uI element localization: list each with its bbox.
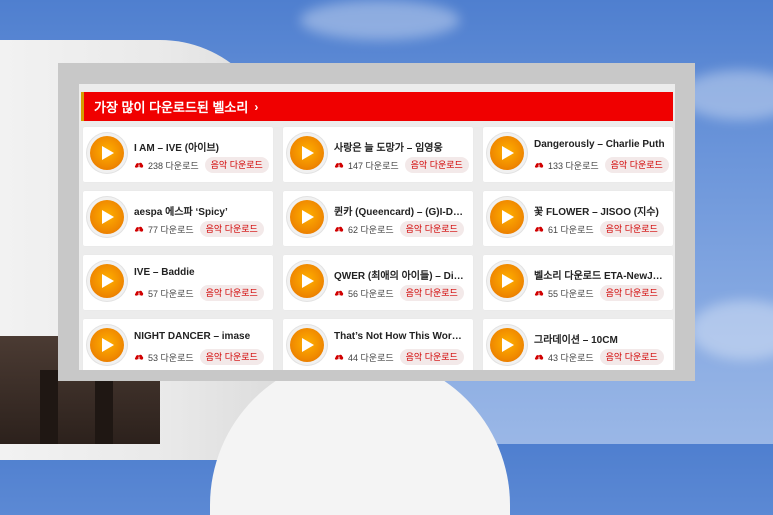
ringtone-meta: 62 다운로드 음악 다운로드	[334, 221, 464, 237]
download-count: 61 다운로드	[548, 224, 594, 235]
music-download-button[interactable]: 음악 다운로드	[404, 157, 469, 173]
music-download-button[interactable]: 음악 다운로드	[399, 349, 464, 365]
ringtone-meta: 77 다운로드 음악 다운로드	[134, 221, 264, 237]
play-icon[interactable]	[90, 200, 124, 234]
cloud-download-icon	[334, 354, 344, 362]
section-title: 가장 많이 다운로드된 벨소리	[94, 100, 249, 115]
ringtone-title[interactable]: Dangerously – Charlie Puth	[534, 139, 666, 150]
play-icon[interactable]	[290, 136, 324, 170]
download-count: 62 다운로드	[348, 224, 394, 235]
music-download-button[interactable]: 음악 다운로드	[399, 221, 464, 237]
background-bell-post	[40, 370, 58, 444]
play-icon[interactable]	[90, 136, 124, 170]
ringtone-card: QWER (최애의 아이들) – Dis... 56 다운로드 음악 다운로드	[283, 255, 473, 310]
play-icon[interactable]	[290, 328, 324, 362]
download-count: 77 다운로드	[148, 224, 194, 235]
ringtone-card: I AM – IVE (아이브) 238 다운로드 음악 다운로드	[83, 127, 273, 182]
ringtone-title[interactable]: QWER (최애의 아이들) – Dis...	[334, 267, 466, 282]
ringtone-title[interactable]: 사랑은 늘 도망가 – 임영웅	[334, 139, 466, 154]
ringtone-grid: I AM – IVE (아이브) 238 다운로드 음악 다운로드 사랑은 늘 …	[83, 127, 673, 370]
ringtone-meta: 147 다운로드 음악 다운로드	[334, 157, 469, 173]
ringtone-card: IVE – Baddie 57 다운로드 음악 다운로드	[83, 255, 273, 310]
cloud-download-icon	[134, 290, 144, 298]
cloud-download-icon	[334, 226, 344, 234]
download-count: 56 다운로드	[348, 288, 394, 299]
cloud-download-icon	[534, 162, 544, 170]
ringtone-meta: 133 다운로드 음악 다운로드	[534, 157, 669, 173]
ringtone-meta: 43 다운로드 음악 다운로드	[534, 349, 664, 365]
ringtone-title[interactable]: I AM – IVE (아이브)	[134, 139, 266, 154]
music-download-button[interactable]: 음악 다운로드	[204, 157, 269, 173]
cloud-download-icon	[334, 162, 344, 170]
cloud-download-icon	[534, 290, 544, 298]
download-count: 57 다운로드	[148, 288, 194, 299]
ringtone-card: 벨소리 다운로드 ETA-NewJe... 55 다운로드 음악 다운로드	[483, 255, 673, 310]
download-count: 53 다운로드	[148, 352, 194, 363]
cloud-download-icon	[134, 226, 144, 234]
play-icon[interactable]	[90, 328, 124, 362]
play-icon[interactable]	[490, 328, 524, 362]
play-icon[interactable]	[490, 200, 524, 234]
ringtone-meta: 44 다운로드 음악 다운로드	[334, 349, 464, 365]
music-download-button[interactable]: 음악 다운로드	[604, 157, 669, 173]
ringtone-meta: 61 다운로드 음악 다운로드	[534, 221, 664, 237]
download-count: 44 다운로드	[348, 352, 394, 363]
cloud-download-icon	[334, 290, 344, 298]
ringtone-title[interactable]: NIGHT DANCER – imase	[134, 331, 266, 342]
section-header[interactable]: 가장 많이 다운로드된 벨소리 ›	[81, 92, 673, 121]
music-download-button[interactable]: 음악 다운로드	[199, 349, 264, 365]
music-download-button[interactable]: 음악 다운로드	[399, 285, 464, 301]
music-download-button[interactable]: 음악 다운로드	[599, 349, 664, 365]
ringtone-meta: 56 다운로드 음악 다운로드	[334, 285, 464, 301]
ringtone-card: 그라데이션 – 10CM 43 다운로드 음악 다운로드	[483, 319, 673, 370]
ringtone-card: 사랑은 늘 도망가 – 임영웅 147 다운로드 음악 다운로드	[283, 127, 473, 182]
cloud-download-icon	[534, 354, 544, 362]
cloud-download-icon	[534, 226, 544, 234]
ringtone-card: NIGHT DANCER – imase 53 다운로드 음악 다운로드	[83, 319, 273, 370]
play-icon[interactable]	[490, 264, 524, 298]
download-count: 147 다운로드	[348, 160, 399, 171]
ringtone-title[interactable]: 퀸카 (Queencard) – (G)I-DLE...	[334, 203, 466, 218]
play-icon[interactable]	[290, 264, 324, 298]
cloud-download-icon	[134, 162, 144, 170]
ringtone-title[interactable]: IVE – Baddie	[134, 267, 266, 278]
ringtone-title[interactable]: 꽃 FLOWER – JISOO (지수)	[534, 203, 666, 218]
ringtone-title[interactable]: 그라데이션 – 10CM	[534, 331, 666, 346]
background-cloud	[690, 300, 773, 360]
play-icon[interactable]	[90, 264, 124, 298]
ringtone-card: Dangerously – Charlie Puth 133 다운로드 음악 다…	[483, 127, 673, 182]
download-count: 43 다운로드	[548, 352, 594, 363]
music-download-button[interactable]: 음악 다운로드	[199, 285, 264, 301]
ringtone-card: aespa 에스파 ‘Spicy’ 77 다운로드 음악 다운로드	[83, 191, 273, 246]
ringtone-meta: 57 다운로드 음악 다운로드	[134, 285, 264, 301]
ringtone-title[interactable]: That’s Not How This Works ...	[334, 331, 466, 342]
cloud-download-icon	[134, 354, 144, 362]
ringtone-meta: 53 다운로드 음악 다운로드	[134, 349, 264, 365]
music-download-button[interactable]: 음악 다운로드	[599, 285, 664, 301]
ringtone-title[interactable]: aespa 에스파 ‘Spicy’	[134, 203, 266, 218]
download-count: 133 다운로드	[548, 160, 599, 171]
music-download-button[interactable]: 음악 다운로드	[599, 221, 664, 237]
ringtone-meta: 55 다운로드 음악 다운로드	[534, 285, 664, 301]
play-icon[interactable]	[490, 136, 524, 170]
ringtone-card: 꽃 FLOWER – JISOO (지수) 61 다운로드 음악 다운로드	[483, 191, 673, 246]
background-cloud	[300, 0, 460, 40]
play-icon[interactable]	[290, 200, 324, 234]
ringtone-card: 퀸카 (Queencard) – (G)I-DLE... 62 다운로드 음악 …	[283, 191, 473, 246]
ringtone-title[interactable]: 벨소리 다운로드 ETA-NewJe...	[534, 267, 666, 282]
ringtone-card: That’s Not How This Works ... 44 다운로드 음악…	[283, 319, 473, 370]
music-download-button[interactable]: 음악 다운로드	[199, 221, 264, 237]
chevron-right-icon: ›	[254, 99, 259, 114]
download-count: 55 다운로드	[548, 288, 594, 299]
ringtone-panel: 가장 많이 다운로드된 벨소리 › I AM – IVE (아이브) 238 다…	[79, 84, 675, 370]
download-count: 238 다운로드	[148, 160, 199, 171]
ringtone-meta: 238 다운로드 음악 다운로드	[134, 157, 269, 173]
